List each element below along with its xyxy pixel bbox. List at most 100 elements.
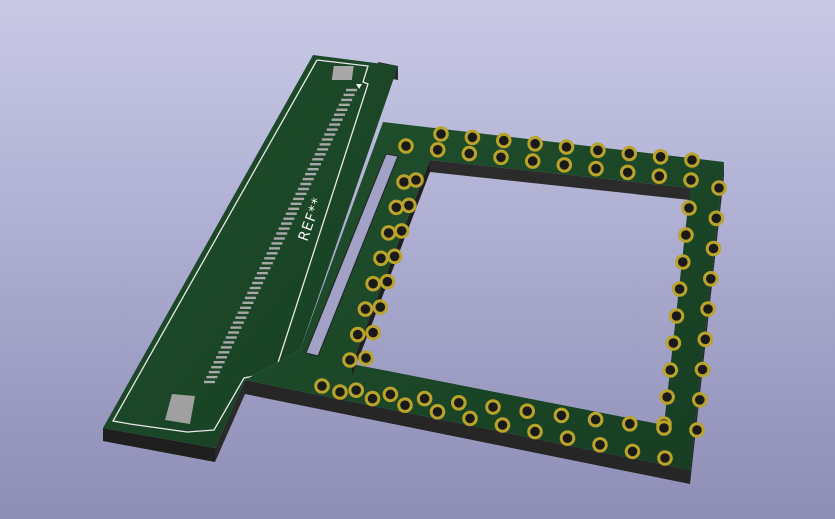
connector-pad <box>319 143 331 146</box>
connector-pad <box>249 286 261 290</box>
castellated-pad <box>398 138 414 154</box>
connector-mount-pad-top <box>331 66 354 80</box>
castellated-pad <box>678 227 694 243</box>
castellated-pad <box>397 397 413 414</box>
connector-pad <box>283 217 295 220</box>
castellated-pad <box>659 389 675 405</box>
castellated-pad <box>379 273 396 290</box>
connector-pad <box>235 316 247 319</box>
castellated-pad <box>624 443 641 460</box>
connector-pad <box>208 370 220 374</box>
connector-pad <box>317 148 329 151</box>
castellated-pad <box>700 301 716 317</box>
castellated-pad <box>622 416 638 432</box>
castellated-pad <box>485 399 501 415</box>
castellated-pad <box>429 142 446 158</box>
connector-pad <box>278 227 290 230</box>
castellated-pad <box>461 145 478 162</box>
castellated-pad <box>524 153 541 169</box>
connector-pad <box>338 103 350 106</box>
castellated-pad <box>408 172 424 188</box>
castellated-pad <box>705 240 722 257</box>
castellated-pad <box>656 420 672 436</box>
connector-pad <box>254 276 266 280</box>
castellated-pad <box>697 331 714 348</box>
castellated-pad <box>668 308 685 324</box>
castellated-pad <box>401 197 417 214</box>
castellated-pad <box>342 352 358 368</box>
castellated-pad <box>519 403 536 420</box>
castellated-pad <box>692 392 708 408</box>
castellated-pad <box>349 326 366 343</box>
castellated-pad <box>393 223 410 239</box>
connector-pad <box>242 301 254 304</box>
connector-pad <box>343 93 355 97</box>
castellated-pad <box>451 395 467 411</box>
connector-pad <box>341 98 353 102</box>
connector-pad <box>211 366 223 369</box>
connector-pad <box>223 341 235 344</box>
connector-pad <box>213 361 225 364</box>
connector-pad <box>321 138 333 141</box>
connector-pad <box>276 232 288 235</box>
connector-pad <box>204 380 215 384</box>
castellated-pad <box>590 142 606 159</box>
castellated-pad <box>619 164 636 181</box>
connector-pad <box>309 163 321 166</box>
castellated-pad <box>675 254 691 270</box>
castellated-pad <box>496 132 512 149</box>
castellated-pad <box>365 275 381 292</box>
castellated-pad <box>416 390 433 407</box>
connector-pad <box>346 88 357 92</box>
castellated-pad <box>662 362 679 378</box>
castellated-pad <box>651 168 668 184</box>
castellated-pad <box>357 301 374 317</box>
castellated-pad <box>494 417 511 433</box>
connector-pad <box>244 296 256 300</box>
castellated-pad <box>559 430 576 447</box>
connector-pad <box>259 267 271 270</box>
connector-pad <box>326 128 338 131</box>
castellated-pad <box>382 386 399 403</box>
connector-pad <box>271 242 283 245</box>
castellated-pad <box>694 361 711 378</box>
castellated-pad <box>621 145 638 162</box>
castellated-pad <box>689 422 705 438</box>
connector-pad <box>218 351 230 354</box>
castellated-pad <box>683 172 699 188</box>
castellated-pad <box>493 149 509 166</box>
connector-pad <box>230 326 242 329</box>
castellated-pad <box>373 250 389 267</box>
castellated-pad <box>314 378 330 394</box>
castellated-pad <box>365 324 381 341</box>
castellated-pad <box>386 248 403 265</box>
connector-pad <box>232 321 244 324</box>
connector-pad <box>269 247 280 250</box>
castellated-pad <box>592 437 608 453</box>
connector-pad <box>273 237 285 240</box>
connector-pad <box>220 346 232 349</box>
connector-pad <box>266 252 278 255</box>
connector-pad <box>252 281 264 285</box>
connector-pad <box>206 375 218 379</box>
3d-viewer-canvas[interactable]: REF** <box>0 0 835 519</box>
castellated-pad <box>684 152 700 168</box>
connector-pad <box>302 177 314 181</box>
connector-pad <box>314 153 326 156</box>
castellated-pad <box>587 411 604 428</box>
connector-pad <box>334 113 345 116</box>
castellated-pad <box>462 410 478 427</box>
castellated-pad <box>396 174 412 190</box>
castellated-pad <box>556 157 573 173</box>
castellated-pad <box>671 281 688 297</box>
castellated-pad <box>652 149 669 165</box>
connector-pad <box>240 306 252 309</box>
connector-pad <box>228 331 240 334</box>
connector-pad <box>285 212 297 215</box>
castellated-pad <box>380 225 397 241</box>
connector-pad <box>225 336 237 339</box>
castellated-pad <box>527 136 543 152</box>
connector-pad <box>237 311 249 314</box>
connector-pad <box>324 133 336 136</box>
connector-pad <box>329 123 341 126</box>
